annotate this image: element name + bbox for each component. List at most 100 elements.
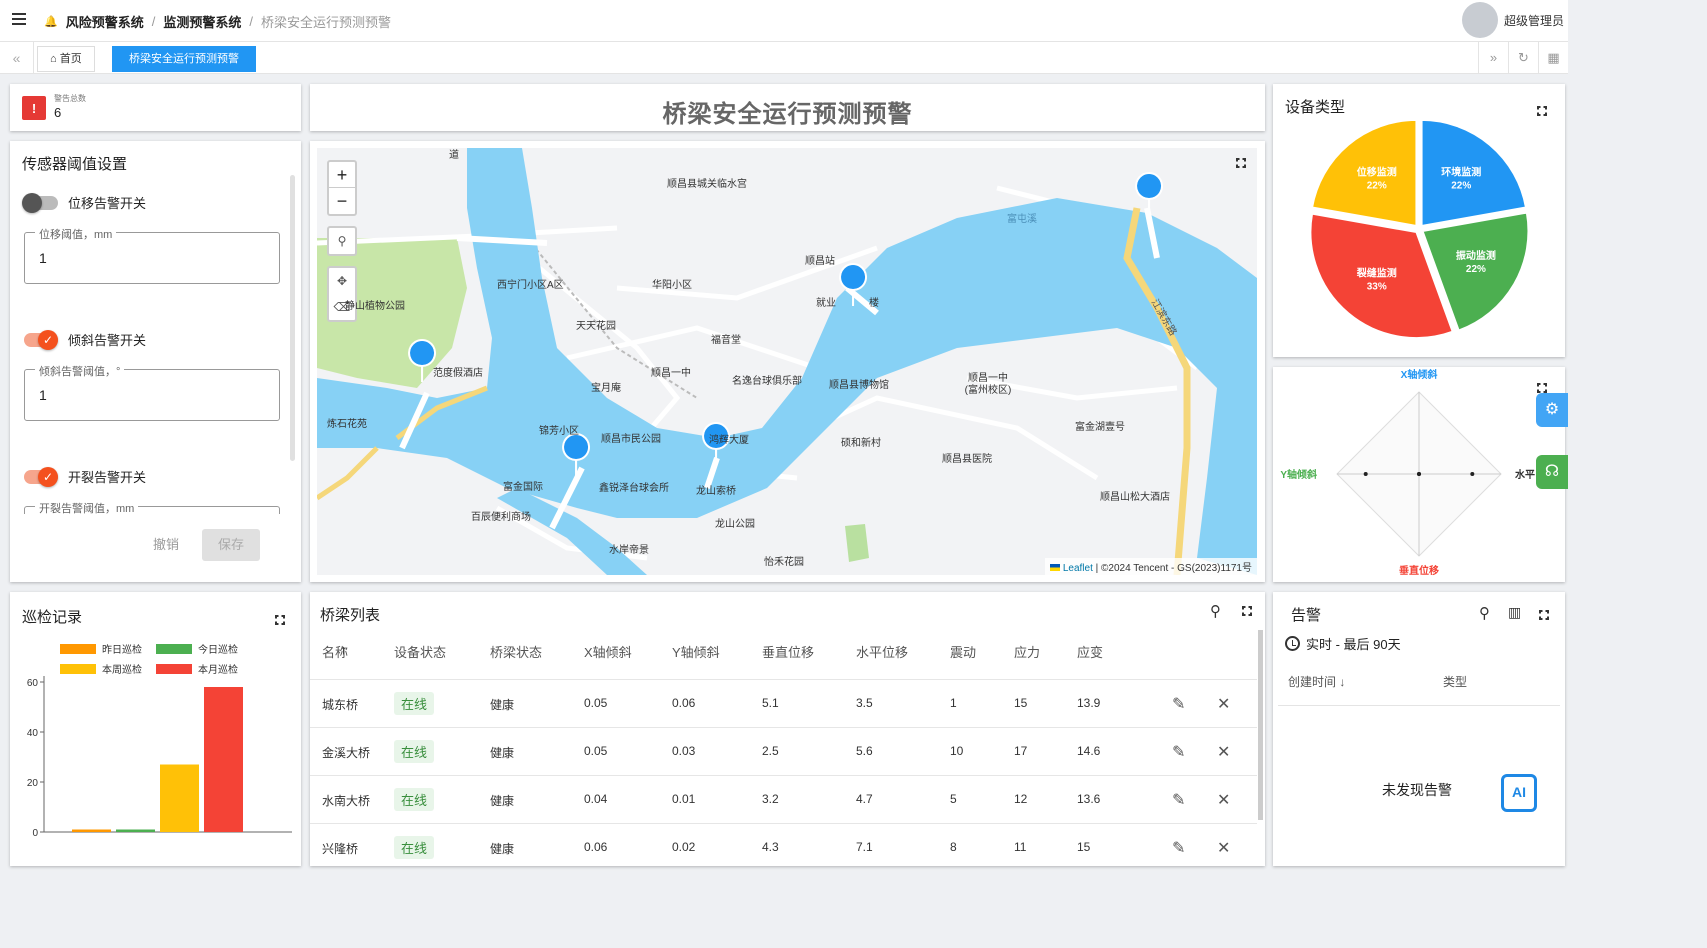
legend-label[interactable]: 本周巡检 bbox=[102, 663, 142, 676]
tab-home[interactable]: ⌂ 首页 bbox=[37, 46, 95, 72]
refresh-icon[interactable]: ↻ bbox=[1508, 42, 1538, 74]
support-icon[interactable]: ☊ bbox=[1536, 455, 1568, 489]
scrollbar[interactable] bbox=[1258, 630, 1263, 820]
edit-icon[interactable]: ✎ bbox=[1172, 742, 1185, 762]
bar[interactable] bbox=[204, 687, 243, 832]
bar[interactable] bbox=[160, 764, 199, 833]
bridge-list-card: 桥梁列表 ⚲ 名称 ↑ 设备状态 桥梁状态 X轴倾斜 Y轴倾斜 垂直位移 水平位移 震动 应力应… bbox=[310, 592, 1265, 866]
map-label: 炼石花苑 bbox=[327, 419, 367, 430]
clock-icon bbox=[1285, 636, 1300, 651]
radar-card: X轴倾斜 水平 垂直位移 Y轴倾斜 bbox=[1273, 367, 1565, 582]
column-header[interactable]: Y轴倾斜 bbox=[672, 642, 720, 661]
table-row[interactable]: 兴隆桥 在线 健康 0.06 0.02 4.3 7.1 8 11 15 ✎ ✕ bbox=[310, 823, 1257, 866]
map-label: 顺昌市民公园 bbox=[601, 434, 661, 445]
table-cell: 4.7 bbox=[856, 792, 873, 806]
edit-icon[interactable]: ✎ bbox=[1172, 790, 1185, 810]
tab-bridge-safety[interactable]: 桥梁安全运行预测预警 bbox=[112, 46, 256, 72]
bridge-map[interactable]: + − ⚲ ✥ ⌫ 顺昌县城关临水宫 西宁门小区A区 华阳小区 顺昌站 静山植物… bbox=[317, 148, 1257, 575]
menu-icon[interactable] bbox=[12, 13, 26, 25]
column-header[interactable]: 应力 bbox=[1014, 642, 1040, 661]
column-header[interactable]: 垂直位移 bbox=[762, 642, 814, 661]
edit-icon[interactable]: ✎ bbox=[1172, 694, 1185, 714]
scroll-left-icon[interactable]: « bbox=[0, 42, 34, 74]
bar[interactable] bbox=[116, 829, 155, 833]
avatar[interactable] bbox=[1461, 2, 1498, 38]
column-header[interactable]: 桥梁状态 bbox=[490, 642, 542, 661]
ai-assistant-icon[interactable]: AI bbox=[1501, 774, 1537, 812]
column-header[interactable]: X轴倾斜 bbox=[584, 642, 632, 661]
delete-icon[interactable]: ✕ bbox=[1217, 838, 1230, 858]
table-row[interactable]: 城东桥 在线 健康 0.05 0.06 5.1 3.5 1 15 13.9 ✎ ✕ bbox=[310, 679, 1257, 727]
legend-label[interactable]: 今日巡检 bbox=[198, 643, 238, 656]
radar-point bbox=[1417, 472, 1421, 476]
user-name[interactable]: 超级管理员 bbox=[1504, 12, 1564, 29]
search-icon[interactable]: ⚲ bbox=[1210, 602, 1221, 620]
leaflet-link[interactable]: Leaflet bbox=[1063, 563, 1093, 574]
map-label: 硕和新村 bbox=[841, 438, 881, 449]
toggle[interactable] bbox=[22, 192, 58, 213]
table-cell: 0.02 bbox=[672, 840, 696, 854]
map-label: 富金国际 bbox=[503, 482, 543, 493]
location-pin-icon[interactable]: ⚲ bbox=[327, 226, 357, 256]
breadcrumb-item[interactable]: 监测预警系统 bbox=[163, 12, 241, 31]
fullscreen-icon[interactable] bbox=[1539, 610, 1549, 620]
settings-gear-icon[interactable]: ⚙ bbox=[1536, 393, 1568, 427]
column-header[interactable]: 震动 bbox=[950, 642, 976, 661]
zoom-control: + − bbox=[327, 160, 357, 216]
delete-icon[interactable]: ✕ bbox=[1217, 694, 1230, 714]
y-tick-label: 60 bbox=[27, 678, 39, 689]
scrollbar[interactable] bbox=[290, 175, 295, 461]
table-cell: 17 bbox=[1014, 744, 1028, 758]
tilt-switch[interactable]: ✓ 倾斜告警开关 bbox=[24, 329, 146, 350]
table-cell: 0.01 bbox=[672, 792, 696, 806]
legend-label[interactable]: 本月巡检 bbox=[198, 663, 238, 676]
legend-swatch bbox=[60, 644, 96, 654]
radar-chart: X轴倾斜水平垂直位移 Y轴倾斜 bbox=[1280, 368, 1535, 577]
move-icon[interactable]: ✥ bbox=[329, 268, 355, 294]
column-header[interactable]: 设备状态 bbox=[394, 642, 446, 661]
cancel-button[interactable]: 撤销 bbox=[134, 529, 198, 561]
bar[interactable] bbox=[72, 829, 111, 833]
table-cell: 5.1 bbox=[762, 696, 779, 710]
y-tick-label: 40 bbox=[27, 728, 39, 739]
device-type-card: 设备类型 环境监测 22% 振动监测 22% 裂缝监测 33% 位移监测 22% bbox=[1273, 84, 1565, 357]
grid-menu-icon[interactable]: ▦ bbox=[1538, 42, 1568, 74]
displacement-threshold-field[interactable]: 位移阈值，mm 1 bbox=[24, 226, 280, 284]
delete-icon[interactable]: ✕ bbox=[1217, 790, 1230, 810]
user-menu[interactable]: 超级管理员 bbox=[1461, 2, 1564, 38]
column-header[interactable]: 应变 bbox=[1077, 642, 1103, 661]
fullscreen-icon[interactable] bbox=[1242, 606, 1252, 616]
columns-icon[interactable]: ▥ bbox=[1508, 604, 1521, 621]
table-row[interactable]: 金溪大桥 在线 健康 0.05 0.03 2.5 5.6 10 17 14.6 ✎ ✕ bbox=[310, 727, 1257, 775]
slice-label: 裂缝监测 bbox=[1356, 266, 1397, 279]
sort-up-icon[interactable]: ↑ bbox=[340, 642, 347, 657]
zoom-in-button[interactable]: + bbox=[329, 162, 355, 188]
table-cell: 15 bbox=[1077, 840, 1091, 854]
delete-icon[interactable]: ✕ bbox=[1217, 742, 1230, 762]
tilt-threshold-field[interactable]: 倾斜告警阈值，° 1 bbox=[24, 363, 280, 421]
toggle[interactable]: ✓ bbox=[24, 329, 58, 350]
radar-axis-label: 垂直位移 bbox=[1399, 564, 1439, 577]
col-created-time[interactable]: 创建时间 ↓ bbox=[1288, 673, 1345, 690]
save-button[interactable]: 保存 bbox=[202, 529, 260, 561]
time-range[interactable]: 实时 - 最后 90天 bbox=[1285, 634, 1401, 653]
edit-icon[interactable]: ✎ bbox=[1172, 838, 1185, 858]
col-type[interactable]: 类型 bbox=[1443, 673, 1467, 690]
search-icon[interactable]: ⚲ bbox=[1479, 604, 1490, 622]
crack-switch[interactable]: ✓ 开裂告警开关 bbox=[24, 466, 146, 487]
scroll-right-icon[interactable]: » bbox=[1478, 42, 1508, 74]
table-cell: 10 bbox=[950, 744, 964, 758]
zoom-out-button[interactable]: − bbox=[329, 188, 355, 214]
breadcrumb-item[interactable]: 风险预警系统 bbox=[66, 12, 144, 31]
column-header[interactable]: 水平位移 bbox=[856, 642, 908, 661]
toggle[interactable]: ✓ bbox=[24, 466, 58, 487]
table-cell: 兴隆桥 bbox=[322, 842, 359, 856]
map-label: 宝月庵 bbox=[591, 383, 621, 394]
map-label: 顺昌县医院 bbox=[942, 454, 992, 465]
table-cell: 15 bbox=[1014, 696, 1028, 710]
crack-threshold-field[interactable]: 开裂告警阈值，mm bbox=[24, 500, 280, 516]
table-row[interactable]: 水南大桥 在线 健康 0.04 0.01 3.2 4.7 5 12 13.6 ✎ ✕ bbox=[310, 775, 1257, 823]
legend-label[interactable]: 昨日巡检 bbox=[102, 643, 142, 656]
displacement-switch[interactable]: 位移告警开关 bbox=[22, 192, 146, 213]
sensor-threshold-card: 传感器阈值设置 位移告警开关 位移阈值，mm 1 ✓ 倾斜告警开关 倾斜告警阈值… bbox=[10, 141, 301, 582]
